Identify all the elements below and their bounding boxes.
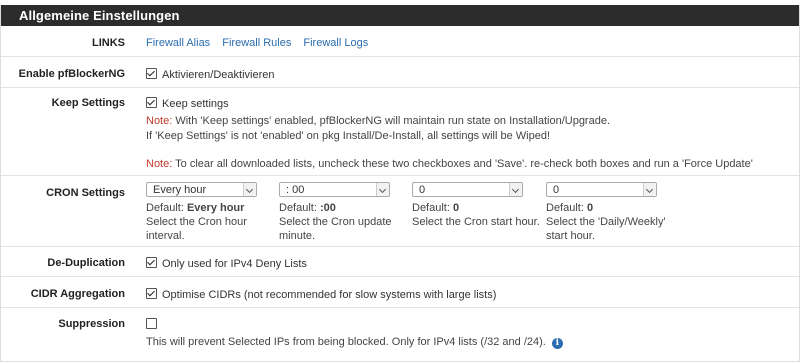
cron-daily-weekly-select[interactable]: 0 xyxy=(546,182,657,197)
page: Allgemeine Einstellungen LINKS Firewall … xyxy=(0,0,800,362)
enable-checkbox[interactable] xyxy=(146,68,157,79)
cron-hour-help-2: interval. xyxy=(146,230,185,242)
links-label: LINKS xyxy=(92,37,125,49)
links-row: LINKS Firewall Alias Firewall Rules Fire… xyxy=(1,26,799,56)
suppression-label: Suppression xyxy=(58,318,125,330)
links-list: Firewall Alias Firewall Rules Firewall L… xyxy=(146,37,377,49)
note-text: To clear all downloaded lists, uncheck t… xyxy=(172,158,753,170)
keep-settings-checkbox-label: Keep settings xyxy=(162,98,229,110)
cron-minute-select[interactable]: : 00 xyxy=(279,182,390,197)
keep-settings-row: Keep Settings Keep settings Note: With '… xyxy=(1,87,799,176)
keep-settings-checkbox[interactable] xyxy=(146,97,157,108)
dedup-field: Only used for IPv4 Deny Lists xyxy=(146,257,307,270)
cron-start-hour-help-1: Select the Cron start hour. xyxy=(412,216,540,228)
cron-minute-default: Default: :00 xyxy=(279,202,336,215)
chevron-down-icon xyxy=(643,183,656,196)
suppression-field xyxy=(146,318,162,331)
keep-settings-field: Keep settings xyxy=(146,97,229,110)
keep-settings-label: Keep Settings xyxy=(51,97,125,109)
select-value: 0 xyxy=(419,184,426,196)
suppression-help-text: This will prevent Selected IPs from bein… xyxy=(146,336,546,348)
cron-start-hour-select[interactable]: 0 xyxy=(412,182,523,197)
keep-note-1-line2: If 'Keep Settings' is not 'enabled' on p… xyxy=(146,130,551,142)
cidr-checkbox[interactable] xyxy=(146,288,157,299)
keep-note-1: Note: With 'Keep settings' enabled, pfBl… xyxy=(146,115,610,128)
enable-checkbox-label: Aktivieren/Deaktivieren xyxy=(162,69,275,81)
note-prefix: Note: xyxy=(146,115,173,127)
dedup-label: De-Duplication xyxy=(47,257,125,269)
dedup-checkbox-label: Only used for IPv4 Deny Lists xyxy=(162,258,307,270)
select-value: 0 xyxy=(553,184,560,196)
default-value: 0 xyxy=(452,202,460,214)
cron-daily-weekly-default: Default: 0 xyxy=(546,202,593,215)
cron-start-hour-default: Default: 0 xyxy=(412,202,459,215)
enable-field: Aktivieren/Deaktivieren xyxy=(146,68,275,81)
select-value: Every hour xyxy=(153,184,207,196)
chevron-down-icon xyxy=(376,183,389,196)
suppression-row: Suppression This will prevent Selected I… xyxy=(1,307,799,363)
note-prefix: Note: xyxy=(146,158,173,170)
note-text: With 'Keep settings' enabled, pfBlockerN… xyxy=(172,115,611,127)
cidr-row: CIDR Aggregation Optimise CIDRs (not rec… xyxy=(1,276,799,308)
cron-hour-help-1: Select the Cron hour xyxy=(146,216,247,228)
firewall-logs-link[interactable]: Firewall Logs xyxy=(303,37,368,49)
cron-minute-help-2: minute. xyxy=(279,230,316,242)
chevron-down-icon xyxy=(243,183,256,196)
default-value: Every hour xyxy=(186,202,245,214)
cron-settings-label: CRON Settings xyxy=(46,187,125,199)
cron-settings-row: CRON Settings Every hour Default: Every … xyxy=(1,175,799,247)
cidr-field: Optimise CIDRs (not recommended for slow… xyxy=(146,288,496,301)
enable-row: Enable pfBlockerNG Aktivieren/Deaktivier… xyxy=(1,56,799,88)
dedup-checkbox[interactable] xyxy=(146,257,157,268)
cidr-checkbox-label: Optimise CIDRs (not recommended for slow… xyxy=(162,289,497,301)
cron-hour-select[interactable]: Every hour xyxy=(146,182,257,197)
firewall-alias-link[interactable]: Firewall Alias xyxy=(146,37,210,49)
suppression-help: This will prevent Selected IPs from bein… xyxy=(146,336,563,349)
select-value: : 00 xyxy=(286,184,305,196)
default-value: 0 xyxy=(586,202,594,214)
chevron-down-icon xyxy=(509,183,522,196)
default-prefix: Default: xyxy=(279,202,320,214)
cidr-label: CIDR Aggregation xyxy=(30,288,125,300)
cron-daily-weekly-help-2: start hour. xyxy=(546,230,595,242)
cron-hour-default: Default: Every hour xyxy=(146,202,244,215)
cron-daily-weekly-help-1: Select the 'Daily/Weekly' xyxy=(546,216,666,228)
enable-label: Enable pfBlockerNG xyxy=(18,68,125,80)
default-prefix: Default: xyxy=(546,202,587,214)
default-value: :00 xyxy=(319,202,336,214)
dedup-row: De-Duplication Only used for IPv4 Deny L… xyxy=(1,246,799,277)
settings-panel: Allgemeine Einstellungen LINKS Firewall … xyxy=(0,5,800,362)
cron-minute-help-1: Select the Cron update xyxy=(279,216,392,228)
suppression-checkbox[interactable] xyxy=(146,318,157,329)
default-prefix: Default: xyxy=(412,202,453,214)
default-prefix: Default: xyxy=(146,202,187,214)
keep-note-2: Note: To clear all downloaded lists, unc… xyxy=(146,158,753,171)
panel-title: Allgemeine Einstellungen xyxy=(1,5,799,26)
info-icon[interactable]: i xyxy=(551,338,563,349)
firewall-rules-link[interactable]: Firewall Rules xyxy=(222,37,291,49)
